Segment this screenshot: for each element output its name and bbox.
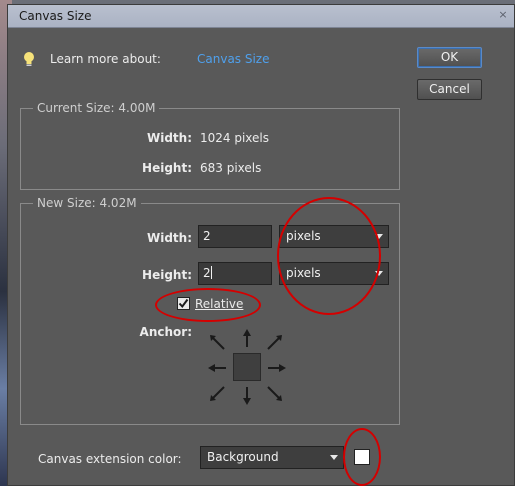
extension-color-label: Canvas extension color: xyxy=(38,452,182,466)
arrow-up-left-icon[interactable] xyxy=(206,331,228,353)
extension-color-select[interactable]: Background xyxy=(200,446,344,469)
current-height-label: Height: xyxy=(142,161,192,175)
current-width-value: 1024 pixels xyxy=(200,131,270,145)
ok-button[interactable]: OK xyxy=(417,47,482,68)
arrow-up-right-icon[interactable] xyxy=(264,331,286,353)
text-cursor xyxy=(210,266,212,279)
arrow-right-icon[interactable] xyxy=(266,357,288,379)
arrow-left-icon[interactable] xyxy=(206,357,228,379)
new-size-legend: New Size: 4.02M xyxy=(33,196,141,210)
new-width-label: Width: xyxy=(146,231,192,245)
annotation-circle-swatch xyxy=(343,428,381,486)
height-input[interactable]: 2 xyxy=(198,262,272,285)
current-width-label: Width: xyxy=(146,131,192,145)
current-height-value: 683 pixels xyxy=(200,161,262,175)
arrow-down-right-icon[interactable] xyxy=(264,383,286,405)
title-bar[interactable]: Canvas Size × xyxy=(8,5,514,28)
learn-more-label: Learn more about: xyxy=(50,52,161,66)
annotation-circle-units xyxy=(277,197,381,315)
annotation-circle-relative xyxy=(155,288,261,322)
current-size-group: Current Size: 4.00M xyxy=(20,101,400,190)
anchor-center[interactable] xyxy=(233,353,261,381)
width-input[interactable]: 2 xyxy=(198,225,272,248)
anchor-label: Anchor: xyxy=(139,325,192,339)
arrow-down-left-icon[interactable] xyxy=(206,383,228,405)
current-size-legend: Current Size: 4.00M xyxy=(33,101,160,115)
arrow-up-icon[interactable] xyxy=(236,327,258,349)
close-icon[interactable]: × xyxy=(496,8,510,22)
lightbulb-icon xyxy=(24,52,34,66)
height-input-value: 2 xyxy=(203,266,211,280)
anchor-grid[interactable] xyxy=(200,327,290,407)
dialog-title: Canvas Size xyxy=(19,9,92,23)
extension-color-value: Background xyxy=(207,450,279,464)
arrow-down-icon[interactable] xyxy=(236,385,258,407)
cancel-button[interactable]: Cancel xyxy=(417,79,482,100)
canvas-size-help-link[interactable]: Canvas Size xyxy=(197,52,270,66)
new-height-label: Height: xyxy=(142,268,192,282)
chevron-down-icon xyxy=(330,455,338,460)
